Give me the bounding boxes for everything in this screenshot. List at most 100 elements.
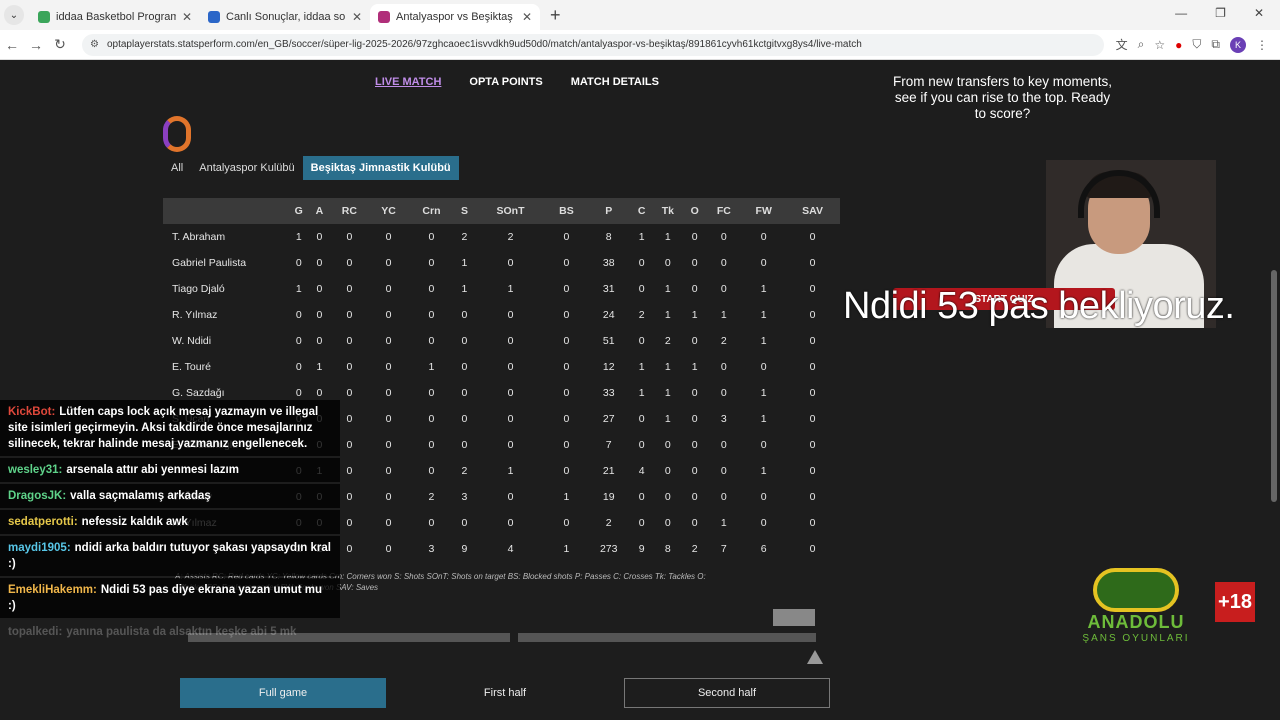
first-half-button[interactable]: First half xyxy=(402,678,608,708)
stat-cell: 0 xyxy=(563,465,570,477)
chat-username[interactable]: topalkedi: xyxy=(8,626,62,638)
chat-username[interactable]: maydi1905: xyxy=(8,542,71,554)
extensions-icon[interactable]: ⧉ xyxy=(1211,37,1220,52)
chat-overlay: KickBot: Lütfen caps lock açık mesaj yazm… xyxy=(0,400,340,646)
sponsor-subtitle: ŞANS OYUNLARI xyxy=(1082,633,1190,644)
chat-username[interactable]: wesley31: xyxy=(8,464,62,476)
forward-icon[interactable]: → xyxy=(24,37,48,53)
stat-cell: 0 xyxy=(638,257,645,269)
player-name: T. Abraham xyxy=(172,231,226,243)
tab-away-team[interactable]: Beşiktaş Jimnastik Kulübü xyxy=(302,156,459,180)
stat-cell: 0 xyxy=(385,491,392,503)
opera-icon[interactable]: ● xyxy=(1175,38,1182,52)
second-half-button[interactable]: Second half xyxy=(624,678,830,708)
stat-cell: 0 xyxy=(760,517,767,529)
stat-cell: 27 xyxy=(602,413,615,425)
stat-cell: 1 xyxy=(563,491,570,503)
timeline-event[interactable] xyxy=(773,609,815,626)
timeline-handle-icon[interactable] xyxy=(807,650,823,664)
stat-cell: 0 xyxy=(664,439,671,451)
favicon-icon xyxy=(38,11,50,23)
team-filter: All Antalyaspor Kulübü Beşiktaş Jimnasti… xyxy=(163,156,459,180)
sponsor-emblem-icon xyxy=(1093,568,1179,612)
sponsor-name: ANADOLU xyxy=(1087,612,1185,632)
bookmark-star-icon[interactable]: ☆ xyxy=(1154,38,1165,52)
stat-cell: 0 xyxy=(428,439,435,451)
stat-cell: 24 xyxy=(602,309,615,321)
stat-cell: 1 xyxy=(760,283,767,295)
close-icon[interactable]: ✕ xyxy=(182,10,192,24)
stat-cell: 9 xyxy=(461,543,468,555)
minimize-icon[interactable]: — xyxy=(1175,6,1187,20)
chat-username[interactable]: DragosJK: xyxy=(8,490,66,502)
stat-cell: 0 xyxy=(720,283,727,295)
stat-cell: 19 xyxy=(602,491,615,503)
stat-cell: 0 xyxy=(809,439,816,451)
stat-cell: 0 xyxy=(638,413,645,425)
player-name: Gabriel Paulista xyxy=(172,257,247,269)
close-icon[interactable]: ✕ xyxy=(522,10,532,24)
stat-cell: 8 xyxy=(605,231,612,243)
stat-cell: 1 xyxy=(691,361,698,373)
stat-cell: 0 xyxy=(809,231,816,243)
stat-cell: 21 xyxy=(602,465,615,477)
stat-cell: 8 xyxy=(664,543,671,555)
back-icon[interactable]: ← xyxy=(0,37,24,53)
stat-cell: 0 xyxy=(760,439,767,451)
full-game-button[interactable]: Full game xyxy=(180,678,386,708)
reload-icon[interactable]: ↻ xyxy=(48,36,72,53)
menu-icon[interactable]: ⋮ xyxy=(1256,38,1268,52)
profile-avatar[interactable]: K xyxy=(1230,36,1246,53)
stat-cell: 0 xyxy=(720,231,727,243)
stat-cell: 2 xyxy=(461,465,468,477)
stat-cell: 0 xyxy=(346,257,353,269)
stat-cell: 9 xyxy=(638,543,645,555)
browser-tab-2[interactable]: Canlı Sonuçlar, iddaa sonuçlar ✕ xyxy=(200,4,370,30)
url-field[interactable]: ⚙ optaplayerstats.statsperform.com/en_GB… xyxy=(82,33,1104,56)
stat-cell: 0 xyxy=(760,361,767,373)
stat-cell: 0 xyxy=(507,413,514,425)
browser-tab-1[interactable]: iddaa Basketbol Programı - Ba: ✕ xyxy=(30,4,200,30)
stat-cell: 0 xyxy=(809,491,816,503)
chat-username[interactable]: sedatperotti: xyxy=(8,516,78,528)
tab-live-match[interactable]: LIVE MATCH xyxy=(375,76,441,88)
chat-username[interactable]: KickBot: xyxy=(8,406,55,418)
header-cell: G xyxy=(288,198,310,224)
tab-search-icon[interactable]: ⌄ xyxy=(4,5,24,25)
stat-cell: 0 xyxy=(385,413,392,425)
stat-cell: 0 xyxy=(507,439,514,451)
site-info-icon[interactable]: ⚙ xyxy=(90,39,99,50)
shield-icon[interactable]: ⛉ xyxy=(1192,37,1201,52)
header-cell: BS xyxy=(547,198,586,224)
tab-all[interactable]: All xyxy=(163,156,191,180)
stat-cell: 0 xyxy=(563,335,570,347)
zoom-icon[interactable]: ⌕ xyxy=(1138,37,1145,52)
scrollbar[interactable] xyxy=(1271,270,1277,502)
restore-icon[interactable]: ❐ xyxy=(1215,6,1226,20)
stat-cell: 2 xyxy=(605,517,612,529)
stat-cell: 0 xyxy=(428,387,435,399)
stat-cell: 0 xyxy=(691,517,698,529)
tab-match-details[interactable]: MATCH DETAILS xyxy=(571,76,659,88)
close-window-icon[interactable]: ✕ xyxy=(1254,6,1264,20)
stat-cell: 1 xyxy=(316,361,323,373)
close-icon[interactable]: ✕ xyxy=(352,10,362,24)
stat-cell: 0 xyxy=(316,309,323,321)
translate-icon[interactable]: 文 xyxy=(1116,36,1128,53)
chat-username[interactable]: EmekliHakemm: xyxy=(8,584,97,596)
stat-cell: 0 xyxy=(691,439,698,451)
table-row: E. Touré 0 1 0 0 1 0 0 0 12 1 1 1 0 0 0 xyxy=(163,354,840,380)
stat-cell: 0 xyxy=(385,309,392,321)
stat-cell: 0 xyxy=(664,257,671,269)
stat-cell: 4 xyxy=(638,465,645,477)
browser-tab-3[interactable]: Antalyaspor vs Beşiktaş - 8 Nov ✕ xyxy=(370,4,540,30)
tab-opta-points[interactable]: OPTA POINTS xyxy=(469,76,542,88)
url-text: optaplayerstats.statsperform.com/en_GB/s… xyxy=(106,39,862,50)
stat-cell: 0 xyxy=(385,283,392,295)
new-tab-button[interactable]: + xyxy=(550,5,561,26)
stat-cell: 0 xyxy=(385,439,392,451)
chat-text: valla saçmalamış arkadaş xyxy=(70,490,211,502)
chat-message: sedatperotti: nefessiz kaldık awk xyxy=(0,510,340,534)
chat-message: wesley31: arsenala attır abi yenmesi lazı… xyxy=(0,458,340,482)
tab-home-team[interactable]: Antalyaspor Kulübü xyxy=(191,156,302,180)
